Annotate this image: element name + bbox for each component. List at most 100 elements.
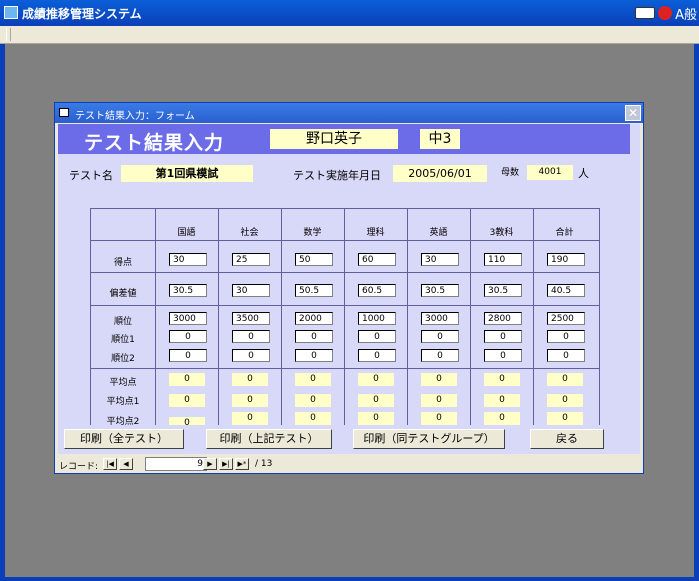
new-record-button[interactable]: ▶* bbox=[235, 458, 249, 470]
avg2-field: 0 bbox=[232, 412, 268, 425]
rank1-input[interactable]: 0 bbox=[547, 330, 585, 343]
print-above-test-button[interactable]: 印刷（上記テスト） bbox=[206, 429, 332, 449]
column-header: 理科 bbox=[366, 228, 385, 238]
column-header: 英語 bbox=[429, 228, 448, 238]
avg-field: 0 bbox=[295, 373, 331, 386]
rank2-input[interactable]: 0 bbox=[484, 349, 522, 362]
grade-field[interactable]: 中3 bbox=[420, 129, 460, 149]
record-navigator: レコード: |◀ ◀ 9 ▶ ▶| ▶* / 13 bbox=[55, 455, 643, 473]
print-all-tests-button[interactable]: 印刷（全テスト） bbox=[64, 429, 184, 449]
toolbar-grip[interactable] bbox=[6, 28, 11, 41]
rank-input[interactable]: 1000 bbox=[358, 312, 396, 325]
rank2-input[interactable]: 0 bbox=[169, 349, 207, 362]
score-input[interactable]: 110 bbox=[484, 253, 522, 266]
record-label: レコード: bbox=[59, 462, 99, 472]
app-title: 成績推移管理システム bbox=[22, 7, 142, 21]
deviation-input[interactable]: 30.5 bbox=[421, 284, 459, 297]
deviation-input[interactable]: 40.5 bbox=[547, 284, 585, 297]
grid-hline bbox=[91, 272, 599, 273]
score-input[interactable]: 50 bbox=[295, 253, 333, 266]
avg1-field: 0 bbox=[547, 394, 583, 407]
rank2-input[interactable]: 0 bbox=[547, 349, 585, 362]
next-record-button[interactable]: ▶ bbox=[203, 458, 217, 470]
next-record-icon: ▶ bbox=[207, 460, 213, 468]
rank2-input[interactable]: 0 bbox=[358, 349, 396, 362]
grid-vline bbox=[155, 209, 156, 429]
app-icon bbox=[4, 6, 18, 19]
score-input[interactable]: 30 bbox=[169, 253, 207, 266]
rank-input[interactable]: 3500 bbox=[232, 312, 270, 325]
deviation-input[interactable]: 30.5 bbox=[484, 284, 522, 297]
print-test-group-button[interactable]: 印刷（同テストグループ） bbox=[353, 429, 505, 449]
rank1-input[interactable]: 0 bbox=[484, 330, 522, 343]
score-input[interactable]: 190 bbox=[547, 253, 585, 266]
rank1-input[interactable]: 0 bbox=[421, 330, 459, 343]
new-record-icon: ▶* bbox=[237, 460, 247, 468]
rank1-input[interactable]: 0 bbox=[358, 330, 396, 343]
prev-record-button[interactable]: ◀ bbox=[119, 458, 133, 470]
form-titlebar[interactable]: テスト結果入力：フォーム ✕ bbox=[55, 103, 643, 123]
form-window: テスト結果入力：フォーム ✕ テスト結果入力 野口英子 中3 テスト名 第1回県… bbox=[54, 102, 644, 474]
form-title: テスト結果入力：フォーム bbox=[75, 111, 195, 122]
avg1-field: 0 bbox=[484, 394, 520, 407]
record-total: / 13 bbox=[255, 459, 273, 469]
score-input[interactable]: 60 bbox=[358, 253, 396, 266]
deviation-input[interactable]: 60.5 bbox=[358, 284, 396, 297]
record-number-field[interactable]: 9 bbox=[145, 457, 207, 471]
test-date-field[interactable]: 2005/06/01 bbox=[393, 165, 487, 182]
population-label: 母数 bbox=[501, 168, 520, 178]
grid-hline bbox=[91, 240, 599, 241]
avg1-field: 0 bbox=[358, 394, 394, 407]
grid-vline bbox=[281, 209, 282, 429]
test-name-field[interactable]: 第1回県模試 bbox=[121, 165, 253, 182]
rank-input[interactable]: 3000 bbox=[169, 312, 207, 325]
first-record-button[interactable]: |◀ bbox=[103, 458, 117, 470]
deviation-input[interactable]: 50.5 bbox=[295, 284, 333, 297]
avg2-field: 0 bbox=[484, 412, 520, 425]
avg-field: 0 bbox=[169, 373, 205, 386]
grid-hline bbox=[91, 305, 599, 306]
rank2-input[interactable]: 0 bbox=[421, 349, 459, 362]
score-input[interactable]: 30 bbox=[421, 253, 459, 266]
rank1-input[interactable]: 0 bbox=[295, 330, 333, 343]
grid-vline bbox=[470, 209, 471, 429]
student-name-field[interactable]: 野口英子 bbox=[270, 129, 398, 149]
rank1-input[interactable]: 0 bbox=[169, 330, 207, 343]
ime-icon[interactable] bbox=[658, 6, 673, 20]
avg-field: 0 bbox=[421, 373, 457, 386]
avg1-field: 0 bbox=[169, 394, 205, 407]
keyboard-icon[interactable] bbox=[635, 7, 656, 19]
avg-field: 0 bbox=[484, 373, 520, 386]
population-unit: 人 bbox=[578, 167, 589, 180]
deviation-input[interactable]: 30.5 bbox=[169, 284, 207, 297]
grid-vline bbox=[533, 209, 534, 429]
rank2-input[interactable]: 0 bbox=[295, 349, 333, 362]
rank2-input[interactable]: 0 bbox=[232, 349, 270, 362]
ime-mode-text[interactable]: A般 bbox=[675, 4, 697, 23]
avg2-field: 0 bbox=[547, 412, 583, 425]
score-input[interactable]: 25 bbox=[232, 253, 270, 266]
form-icon bbox=[59, 108, 69, 117]
deviation-input[interactable]: 30 bbox=[232, 284, 270, 297]
population-field[interactable]: 4001 bbox=[527, 165, 573, 180]
app-titlebar: 成績推移管理システム A般 bbox=[0, 0, 699, 26]
rank-input[interactable]: 3000 bbox=[421, 312, 459, 325]
avg-field: 0 bbox=[232, 373, 268, 386]
form-header: テスト結果入力 野口英子 中3 bbox=[58, 124, 630, 154]
rank1-input[interactable]: 0 bbox=[232, 330, 270, 343]
last-record-button[interactable]: ▶| bbox=[219, 458, 233, 470]
avg1-field: 0 bbox=[295, 394, 331, 407]
grid-vline bbox=[344, 209, 345, 429]
column-header: 合計 bbox=[555, 228, 574, 238]
test-date-label: テスト実施年月日 bbox=[293, 169, 381, 182]
rank-input[interactable]: 2800 bbox=[484, 312, 522, 325]
column-header: 国語 bbox=[177, 228, 196, 238]
back-button[interactable]: 戻る bbox=[530, 429, 604, 449]
rank-input[interactable]: 2000 bbox=[295, 312, 333, 325]
column-header: 3教科 bbox=[489, 228, 514, 238]
row-label-rank: 順位 bbox=[113, 317, 132, 327]
prev-record-icon: ◀ bbox=[123, 460, 129, 468]
close-button[interactable]: ✕ bbox=[625, 105, 641, 121]
rank-input[interactable]: 2500 bbox=[547, 312, 585, 325]
row-label-avg1: 平均点1 bbox=[106, 397, 140, 407]
